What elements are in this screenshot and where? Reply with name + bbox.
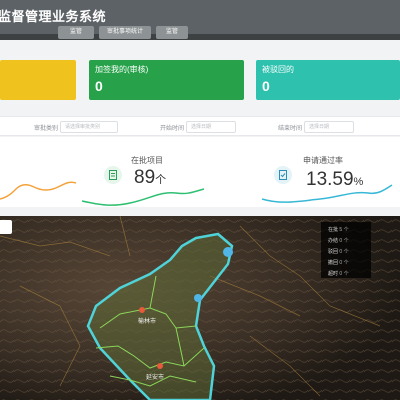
filter-category-select[interactable]: 请选择审批类别 <box>60 121 118 133</box>
tab-approval-stats[interactable]: 审批事项统计 <box>99 26 151 39</box>
stat-label-pass-rate: 申请通过率 <box>303 156 343 165</box>
map-collapse-button[interactable] <box>0 220 12 234</box>
map-legend: 在批 5 个 办结 0 个 驳回 0 个 撤回 0 个 超时 0 个 <box>321 222 371 278</box>
tab-supervision[interactable]: 监管 <box>58 26 94 39</box>
summary-card-pending[interactable] <box>0 60 76 100</box>
card-label: 被驳回的 <box>262 65 294 74</box>
system-title: 监督管理业务系统 <box>0 9 107 24</box>
card-value: 0 <box>95 78 103 94</box>
city-label-yulin: 榆林市 <box>138 319 157 325</box>
approval-doc-icon <box>274 166 292 184</box>
city-label-yanan: 延安市 <box>146 375 165 381</box>
filter-bar: 审批类别 请选择审批类别 开始时间 选择日期 结束时间 选择日期 <box>0 116 400 136</box>
filter-label-start: 开始时间 <box>160 126 185 132</box>
filter-label-category: 审批类别 <box>34 126 59 132</box>
location-marker-icon <box>223 247 233 257</box>
legend-item: 撤回 0 个 <box>328 260 349 266</box>
summary-card-countersign[interactable]: 加签我的(审核) 0 <box>89 60 244 100</box>
location-marker-icon <box>194 294 202 302</box>
stat-value-in-progress: 89个 <box>134 167 167 188</box>
stats-panel: 在批项目 89个 申请通过率 13.59% <box>0 137 400 207</box>
card-label: 加签我的(审核) <box>95 65 149 74</box>
tab-supervision-2[interactable]: 监管 <box>156 26 188 39</box>
legend-item: 办结 0 个 <box>328 238 349 244</box>
document-icon <box>104 166 122 184</box>
legend-item: 超时 0 个 <box>328 271 349 277</box>
filter-label-end: 结束时间 <box>278 126 303 132</box>
stat-label-in-progress: 在批项目 <box>131 156 163 165</box>
filter-start-date[interactable]: 选择日期 <box>186 121 236 133</box>
card-value: 0 <box>262 78 270 94</box>
legend-item: 在批 5 个 <box>328 227 349 233</box>
legend-item: 驳回 0 个 <box>328 249 349 255</box>
stat-value-pass-rate: 13.59% <box>306 169 364 190</box>
summary-card-rejected[interactable]: 被驳回的 0 <box>256 60 400 100</box>
filter-end-date[interactable]: 选择日期 <box>304 121 354 133</box>
